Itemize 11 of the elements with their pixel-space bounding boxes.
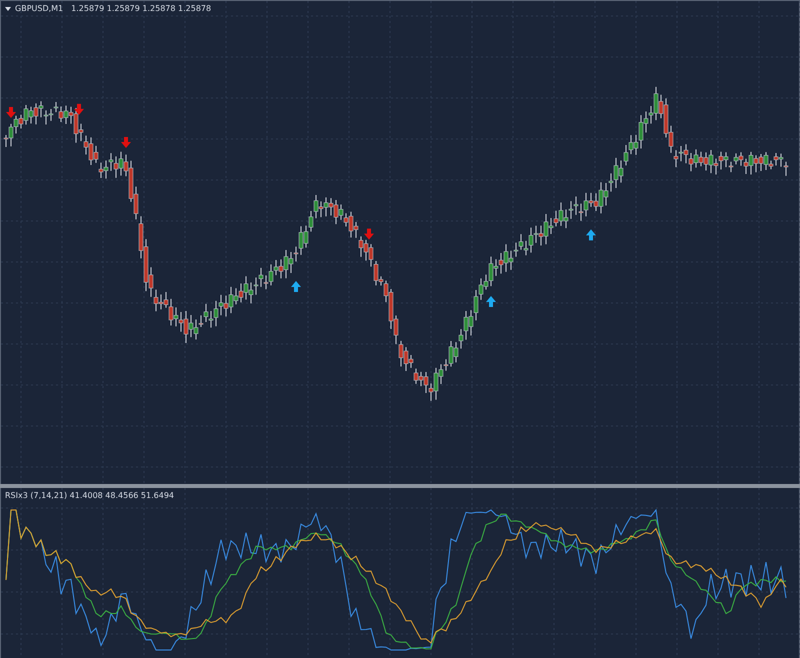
down-arrow-icon <box>121 137 131 148</box>
up-arrow-icon <box>486 296 496 307</box>
down-arrow-icon <box>6 107 16 118</box>
indicator-label: RSIx3 (7,14,21) 41.4008 48.4566 51.6494 <box>5 491 174 500</box>
symbol-label: GBPUSD,M1 <box>15 4 64 13</box>
price-quotes: 1.25879 1.25879 1.25878 1.25878 <box>71 4 212 13</box>
down-arrow-icon <box>74 104 84 115</box>
down-arrow-icon <box>364 228 374 240</box>
up-arrow-icon <box>586 229 596 240</box>
up-arrow-icon <box>291 281 301 292</box>
dropdown-triangle-icon[interactable] <box>5 6 11 10</box>
